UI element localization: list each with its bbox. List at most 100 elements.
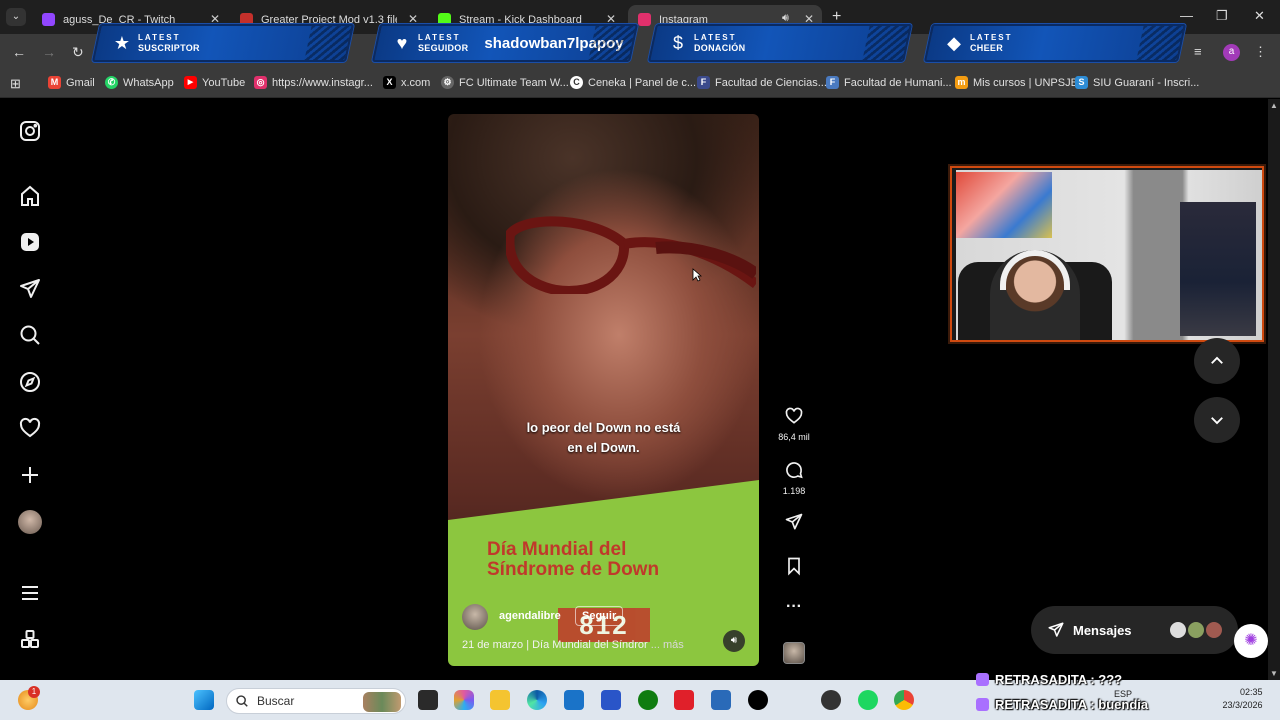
comment-icon	[786, 462, 803, 479]
like-button[interactable]: 86,4 mil	[774, 406, 814, 442]
profile-avatar[interactable]: a	[1223, 44, 1240, 61]
banner-label-bottom: SEGUIDOR	[418, 43, 469, 53]
whatsapp-icon: ✆	[105, 76, 118, 89]
comment-button[interactable]: 1.198	[774, 460, 814, 496]
task-view-icon[interactable]	[418, 690, 438, 710]
contact-avatar	[1205, 621, 1223, 639]
banner-value: shadowban7lpapoy	[484, 34, 624, 52]
direct-messages-icon	[1048, 622, 1064, 637]
notifications-heart-icon[interactable]	[18, 416, 42, 440]
chrome-icon[interactable]	[894, 690, 914, 710]
back-icon[interactable]: ←	[12, 44, 26, 60]
latest-follower-banner: ♥ LATEST SEGUIDOR shadowban7lpapoy	[371, 24, 639, 62]
share-button[interactable]	[774, 512, 814, 537]
bookmark-x[interactable]: Xx.com	[383, 76, 430, 89]
tab-search-button[interactable]: ⌄	[6, 8, 26, 26]
copilot-icon[interactable]	[454, 690, 474, 710]
also-from-meta-icon[interactable]	[18, 628, 42, 652]
scroll-down-icon[interactable]: ▼	[1270, 669, 1278, 678]
audio-thumbnail[interactable]	[783, 642, 805, 664]
bookmark-label: Facultad de Humani...	[844, 76, 952, 89]
media-controls-icon[interactable]: ≡	[1194, 44, 1202, 59]
maximize-icon[interactable]: ❐	[1216, 8, 1228, 24]
meta-ai-icon[interactable]: ✺	[1234, 624, 1268, 658]
previous-reel-button[interactable]	[1194, 338, 1240, 384]
windows-start-icon[interactable]	[194, 690, 214, 710]
author-username[interactable]: agendalibre	[499, 610, 561, 622]
apps-grid-icon[interactable]: ⊞	[10, 76, 21, 92]
banner-label-top: LATEST	[418, 33, 461, 42]
minimize-icon[interactable]: —	[1180, 8, 1193, 23]
bookmark-label: Gmail	[66, 76, 95, 89]
profile-avatar[interactable]	[18, 510, 42, 534]
create-plus-icon[interactable]	[18, 463, 42, 487]
app-icon[interactable]	[601, 690, 621, 710]
save-button[interactable]	[774, 556, 814, 581]
reel-description[interactable]: 21 de marzo | Día Mundial del Síndror ..…	[462, 639, 684, 651]
caption-line: en el Down.	[567, 440, 640, 455]
contact-avatar	[1169, 621, 1187, 639]
follow-button[interactable]: Seguir	[575, 606, 624, 626]
instagram-favicon-icon	[638, 13, 651, 26]
bookmark-fc-ultimate[interactable]: ⚙ FC Ultimate Team W...	[441, 76, 569, 89]
sound-icon[interactable]: 🔊︎	[723, 630, 745, 652]
bookmark-facultad-ciencias[interactable]: F Facultad de Ciencias...	[697, 76, 827, 89]
next-reel-button[interactable]	[1194, 397, 1240, 443]
edge-icon[interactable]	[527, 690, 547, 710]
chat-text: RETRASADITA : buendia	[995, 697, 1149, 712]
x-icon: X	[383, 76, 396, 89]
obs-icon[interactable]	[821, 690, 841, 710]
bookmark-label: FC Ultimate Team W...	[459, 76, 569, 89]
bookmark-facultad-humanidades[interactable]: F Facultad de Humani...	[826, 76, 952, 89]
more-options-icon[interactable]: ···	[774, 598, 814, 616]
home-icon[interactable]	[18, 184, 42, 208]
taskbar-search-box[interactable]: Buscar	[226, 688, 406, 714]
banner-label-top: LATEST	[970, 33, 1013, 42]
chevron-down-icon	[1211, 417, 1223, 425]
forward-icon[interactable]: →	[42, 44, 56, 60]
instagram-logo-icon[interactable]	[18, 119, 42, 143]
spotify-icon[interactable]	[858, 690, 878, 710]
menu-hamburger-icon[interactable]	[18, 581, 42, 605]
xbox-icon[interactable]	[638, 690, 658, 710]
scroll-up-icon[interactable]: ▲	[1270, 101, 1278, 110]
bookmark-ceneka[interactable]: C Ceneka | Panel de c...	[570, 76, 696, 89]
stream-chat-overlay: RETRASADITA : ??? RETRASADITA : buendia	[976, 668, 1268, 720]
page-scrollbar[interactable]: ▲ ▼	[1268, 99, 1280, 680]
search-icon[interactable]	[18, 323, 42, 347]
university-icon: F	[697, 76, 710, 89]
reels-icon[interactable]	[18, 230, 42, 254]
reel-title: Día Mundial del Síndrome de Down	[487, 540, 659, 580]
direct-messages-icon[interactable]	[18, 277, 42, 301]
browser-menu-icon[interactable]: ⋮	[1254, 44, 1267, 60]
bookmark-mis-cursos[interactable]: m Mis cursos | UNPSJB	[955, 76, 1078, 89]
messages-button[interactable]: Mensajes	[1031, 606, 1238, 654]
file-explorer-icon[interactable]	[490, 690, 510, 710]
bookmark-label: https://www.instagr...	[272, 76, 373, 89]
wps-office-icon[interactable]	[674, 690, 694, 710]
messages-label: Mensajes	[1073, 622, 1132, 638]
search-highlight-image	[363, 692, 401, 712]
outlook-icon[interactable]	[711, 690, 731, 710]
latest-cheer-banner: ◆ LATEST CHEER	[923, 24, 1187, 62]
more-link[interactable]: ... más	[651, 639, 684, 651]
hanging-clothes	[1180, 202, 1256, 336]
bookmark-youtube[interactable]: ▶ YouTube	[184, 76, 245, 89]
bookmark-gmail[interactable]: M Gmail	[48, 76, 95, 89]
twitch-badge-icon	[976, 698, 989, 711]
explore-icon[interactable]	[18, 370, 42, 394]
close-window-icon[interactable]: ✕	[1254, 8, 1265, 24]
share-icon	[785, 513, 803, 530]
chat-message: RETRASADITA : buendia	[976, 697, 1148, 712]
bookmark-instagram[interactable]: ◎ https://www.instagr...	[254, 76, 373, 89]
store-icon[interactable]	[564, 690, 584, 710]
reload-icon[interactable]: ↻	[72, 44, 84, 61]
tiktok-icon[interactable]	[748, 690, 768, 710]
bookmark-label: SIU Guaraní - Inscri...	[1093, 76, 1200, 89]
bookmark-siu-guarani[interactable]: S SIU Guaraní - Inscri...	[1075, 76, 1199, 89]
siu-icon: S	[1075, 76, 1088, 89]
author-avatar[interactable]	[462, 604, 488, 630]
caption-line: lo peor del Down no está	[526, 420, 681, 435]
bookmark-whatsapp[interactable]: ✆ WhatsApp	[105, 76, 174, 89]
reel-video[interactable]: lo peor del Down no está en el Down. Día…	[448, 114, 759, 666]
